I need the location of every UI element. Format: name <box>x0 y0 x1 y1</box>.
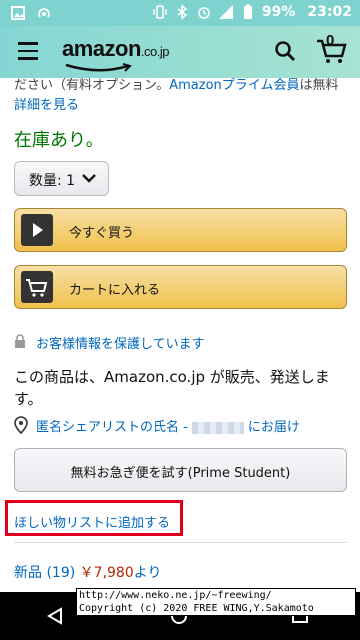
divider <box>14 542 347 543</box>
add-to-cart-label: カートに入れる <box>69 283 161 298</box>
prime-member-link[interactable]: Amazonプライム会員 <box>169 78 299 93</box>
copyright-watermark: http://www.neko.ne.jp/~freewing/ Copyrig… <box>76 588 356 616</box>
location-pin-icon <box>14 416 28 434</box>
watermark-url: http://www.neko.ne.jp/~freewing/ <box>79 590 272 601</box>
battery-percent: 99% <box>261 4 296 20</box>
quantity-label: 数量: 1 <box>29 173 76 189</box>
prime-note-prefix: ださい（有料オプション。 <box>14 78 170 93</box>
logo-text: amazon <box>62 36 141 61</box>
quantity-dropdown[interactable]: 数量: 1 <box>14 161 109 196</box>
chevron-down-icon <box>82 174 96 183</box>
new-offers-price: ￥7,980 <box>79 565 134 581</box>
hotspot-icon <box>38 8 50 18</box>
new-offers-link[interactable]: 新品 (19) ￥7,980より <box>14 562 161 582</box>
cart-add-icon <box>21 271 53 303</box>
prime-trial-button[interactable]: 無料お急ぎ便を試す(Prime Student) <box>14 448 347 492</box>
alarm-icon <box>198 7 210 19</box>
logo-smile-icon <box>65 63 132 72</box>
logo-suffix: .co.jp <box>140 44 170 59</box>
deliver-prefix: 匿名シェアリストの氏名 - <box>36 420 188 435</box>
signal-icon <box>218 5 233 19</box>
prime-note-suffix: は無料 <box>299 78 339 93</box>
new-offers-suffix: より <box>133 565 162 581</box>
clock: 23:02 <box>307 4 352 20</box>
stock-status: 在庫あり。 <box>14 130 104 151</box>
prime-note: ださい（有料オプション。Amazonプライム会員は無料 <box>14 78 339 93</box>
app-header: amazon.co.jp 0 <box>0 26 360 78</box>
new-offers-label: 新品 (19) <box>14 565 76 581</box>
bluetooth-icon <box>177 4 188 20</box>
blurred-name <box>191 421 244 434</box>
details-link[interactable]: 詳細を見る <box>14 94 79 113</box>
secure-info-link[interactable]: お客様情報を保護しています <box>36 333 205 352</box>
lock-icon <box>15 334 25 348</box>
hamburger-menu-icon[interactable] <box>18 42 38 60</box>
vibrate-icon <box>153 5 167 19</box>
buy-now-label: 今すぐ買う <box>69 226 135 241</box>
back-icon[interactable] <box>46 607 64 625</box>
product-content: ださい（有料オプション。Amazonプライム会員は無料 詳細を見る 在庫あり。 … <box>0 78 360 592</box>
battery-icon <box>243 4 252 19</box>
amazon-logo[interactable]: amazon.co.jp <box>62 36 170 62</box>
deliver-suffix: にお届け <box>247 420 300 435</box>
add-to-wishlist-link[interactable]: ほしい物リストに追加する <box>14 512 170 531</box>
play-icon <box>21 214 53 246</box>
sold-by-text: この商品は、Amazon.co.jp が販売、発送します。 <box>14 368 330 408</box>
search-icon[interactable] <box>274 40 296 62</box>
cart-count: 0 <box>326 32 335 49</box>
buy-now-button[interactable]: 今すぐ買う <box>14 208 347 252</box>
status-bar: 99% 23:02 <box>0 0 360 26</box>
photo-notification-icon <box>11 6 25 20</box>
add-to-cart-button[interactable]: カートに入れる <box>14 265 347 309</box>
watermark-copyright: Copyright (c) 2020 FREE WING,Y.Sakamoto <box>79 603 314 614</box>
delivery-address-link[interactable]: 匿名シェアリストの氏名 - にお届け <box>36 416 300 435</box>
